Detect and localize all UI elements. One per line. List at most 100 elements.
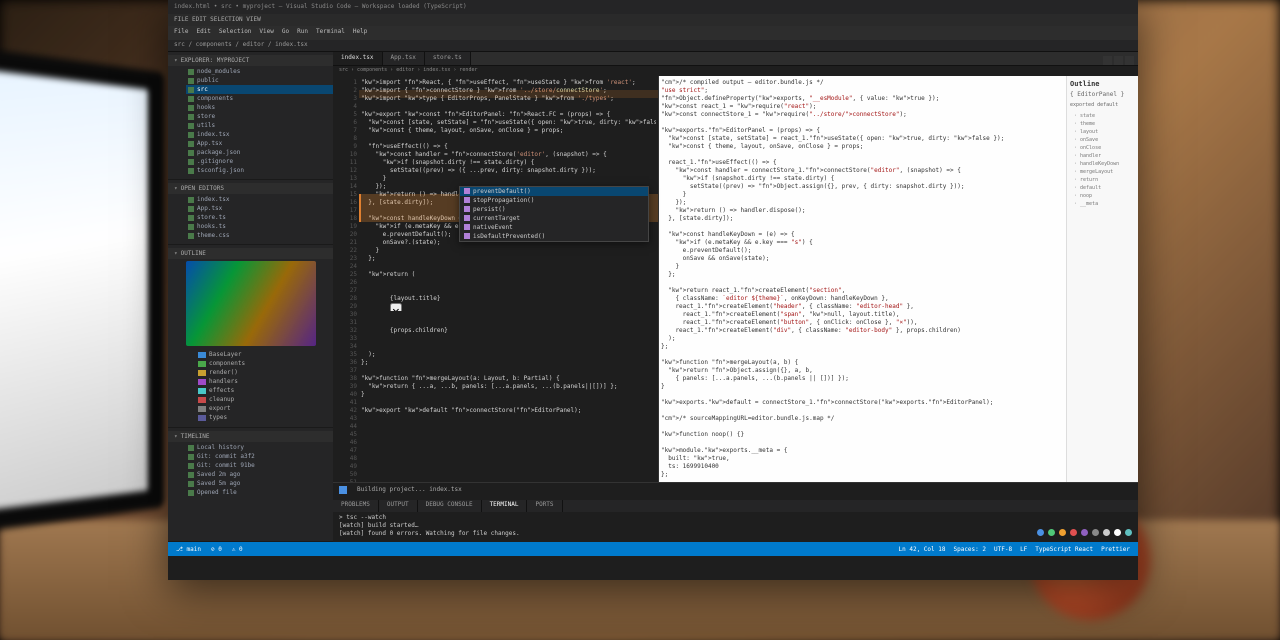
menu-item[interactable]: Selection	[219, 28, 252, 38]
sidebar-item[interactable]: theme.css	[186, 231, 333, 240]
autocomplete-popup[interactable]: preventDefault()stopPropagation()persist…	[459, 186, 649, 242]
tab-bar[interactable]: index.tsxApp.tsxstore.ts	[333, 52, 1138, 66]
code-line[interactable]: "editor-head">	[361, 287, 656, 295]
editor-tab[interactable]: App.tsx	[383, 52, 425, 65]
menu-bar[interactable]: FileEditSelectionViewGoRunTerminalHelp	[168, 26, 1138, 40]
code-line[interactable]: setState((prev) => "fn">Object.assign({}…	[661, 183, 1064, 191]
autocomplete-item[interactable]: preventDefault()	[460, 187, 648, 196]
code-line[interactable]: "cm">/* sourceMappingURL=editor.bundle.j…	[661, 415, 1064, 423]
outline-item[interactable]: · noop	[1070, 192, 1135, 200]
code-line[interactable]: "kw">return (	[361, 271, 656, 279]
code-line[interactable]: {layout.title}	[361, 295, 656, 303]
editor-pane-light[interactable]: "cm">/* compiled output — editor.bundle.…	[659, 76, 1066, 482]
code-line[interactable]	[361, 103, 656, 111]
editor-tab[interactable]: index.tsx	[333, 52, 383, 65]
code-line[interactable]: "fn">Object.defineProperty("kw">exports,…	[661, 95, 1064, 103]
menu-item[interactable]: File	[174, 28, 188, 38]
layer-item[interactable]: cleanup	[174, 395, 333, 404]
code-line[interactable]: react_1."fn">createElement("span", "kw">…	[661, 311, 1064, 319]
status-item[interactable]: Spaces: 2	[953, 546, 986, 553]
code-line[interactable]: );	[661, 335, 1064, 343]
code-line[interactable]: "kw">function noop() {}	[661, 431, 1064, 439]
code-line[interactable]: onSave && onSave(state);	[661, 255, 1064, 263]
layer-item[interactable]: export	[174, 404, 333, 413]
code-line[interactable]: react_1."fn">createElement("div", { clas…	[661, 327, 1064, 335]
code-line[interactable]: e.preventDefault();	[661, 247, 1064, 255]
code-line[interactable]: "kw">if (snapshot.dirty !== state.dirty)…	[661, 175, 1064, 183]
status-item[interactable]: ⊘ 0	[211, 546, 222, 553]
code-line[interactable]: "kw">module."kw">exports.__meta = {	[661, 447, 1064, 455]
outline-item[interactable]: · theme	[1070, 120, 1135, 128]
code-line[interactable]	[661, 279, 1064, 287]
code-line[interactable]	[661, 439, 1064, 447]
status-item[interactable]: Ln 42, Col 18	[899, 546, 946, 553]
menu-item[interactable]: Edit	[196, 28, 210, 38]
outline-item[interactable]: · handler	[1070, 152, 1135, 160]
code-line[interactable]	[661, 407, 1064, 415]
sidebar-item[interactable]: store.ts	[186, 213, 333, 222]
layer-item[interactable]: BaseLayer	[174, 350, 333, 359]
outline-item[interactable]: · layout	[1070, 128, 1135, 136]
code-line[interactable]: "kw">export "kw">const "fn">EditorPanel:…	[361, 111, 656, 119]
code-line[interactable]: "kw">const handler = "fn">connectStore('…	[361, 151, 656, 159]
code-line[interactable]: ×	[361, 303, 656, 311]
outline-item[interactable]: · return	[1070, 176, 1135, 184]
code-line[interactable]: "kw">if (e.metaKey && e.key === "s") {	[661, 239, 1064, 247]
code-line[interactable]: "kw">const { theme, layout, onSave, onCl…	[361, 127, 656, 135]
sidebar-item[interactable]: App.tsx	[186, 204, 333, 213]
status-item[interactable]: Prettier	[1101, 546, 1130, 553]
code-line[interactable]	[661, 423, 1064, 431]
layer-item[interactable]: components	[174, 359, 333, 368]
sidebar-item[interactable]: .gitignore	[186, 157, 333, 166]
outline-item[interactable]: · __meta	[1070, 200, 1135, 208]
code-line[interactable]: };	[661, 271, 1064, 279]
layer-item[interactable]: effects	[174, 386, 333, 395]
code-line[interactable]: "kw">exports."fn">EditorPanel = (props) …	[661, 127, 1064, 135]
code-line[interactable]: "kw">return { ...a, ...b, panels: [...a.…	[361, 383, 656, 391]
terminal-tabs[interactable]: PROBLEMSOUTPUTDEBUG CONSOLETERMINALPORTS	[333, 500, 1138, 512]
code-line[interactable]	[361, 311, 656, 319]
autocomplete-item[interactable]: stopPropagation()	[460, 196, 648, 205]
terminal-tab[interactable]: PORTS	[527, 500, 562, 512]
status-item[interactable]: ⚠ 0	[232, 546, 243, 553]
outline-item[interactable]: · handleKeyDown	[1070, 160, 1135, 168]
sidebar-item[interactable]: src	[186, 85, 333, 94]
status-item[interactable]: LF	[1020, 546, 1027, 553]
outline-item[interactable]: · state	[1070, 112, 1135, 120]
sidebar-item[interactable]: App.tsx	[186, 139, 333, 148]
menu-item[interactable]: Run	[297, 28, 308, 38]
code-line[interactable]	[361, 335, 656, 343]
code-line[interactable]: react_1."fn">createElement("button", { o…	[661, 319, 1064, 327]
code-line[interactable]: "kw">function "fn">mergeLayout(a: Layout…	[361, 375, 656, 383]
code-line[interactable]: "kw">function "fn">mergeLayout(a, b) {	[661, 359, 1064, 367]
code-line[interactable]: built: "kw">true,	[661, 455, 1064, 463]
menu-item[interactable]: Terminal	[316, 28, 345, 38]
sidebar-item[interactable]: Local history	[186, 443, 333, 452]
code-line[interactable]: );	[361, 351, 656, 359]
autocomplete-item[interactable]: isDefaultPrevented()	[460, 232, 648, 241]
terminal-tab[interactable]: TERMINAL	[482, 500, 528, 512]
sidebar-item[interactable]: index.tsx	[186, 130, 333, 139]
status-item[interactable]: TypeScript React	[1035, 546, 1093, 553]
code-line[interactable]: "kw">const handler = connectStore_1."fn"…	[661, 167, 1064, 175]
sidebar-item[interactable]: Saved 5m ago	[186, 479, 333, 488]
sidebar-item[interactable]: Saved 2m ago	[186, 470, 333, 479]
code-line[interactable]: "kw">const { theme, layout, onSave, onCl…	[661, 143, 1064, 151]
autocomplete-item[interactable]: currentTarget	[460, 214, 648, 223]
code-line[interactable]	[361, 367, 656, 375]
menu-item[interactable]: View	[259, 28, 273, 38]
sidebar-item[interactable]: components	[186, 94, 333, 103]
terminal-tab[interactable]: OUTPUT	[379, 500, 418, 512]
code-line[interactable]: "fn">useEffect(() => {	[361, 143, 656, 151]
terminal-tab[interactable]: DEBUG CONSOLE	[418, 500, 482, 512]
window-control-icons[interactable]	[1103, 56, 1134, 65]
menu-item[interactable]: Help	[353, 28, 367, 38]
sidebar-item[interactable]: Opened file	[186, 488, 333, 497]
code-line[interactable]: }	[661, 383, 1064, 391]
open-editors-header[interactable]: OPEN EDITORS	[168, 183, 333, 194]
code-line[interactable]: }	[361, 391, 656, 399]
sidebar-item[interactable]: node_modules	[186, 67, 333, 76]
editor-breadcrumb[interactable]: src › components › editor › index.tsx › …	[333, 66, 1138, 76]
sidebar-item[interactable]: store	[186, 112, 333, 121]
sidebar-item[interactable]: Git: commit a3f2	[186, 452, 333, 461]
